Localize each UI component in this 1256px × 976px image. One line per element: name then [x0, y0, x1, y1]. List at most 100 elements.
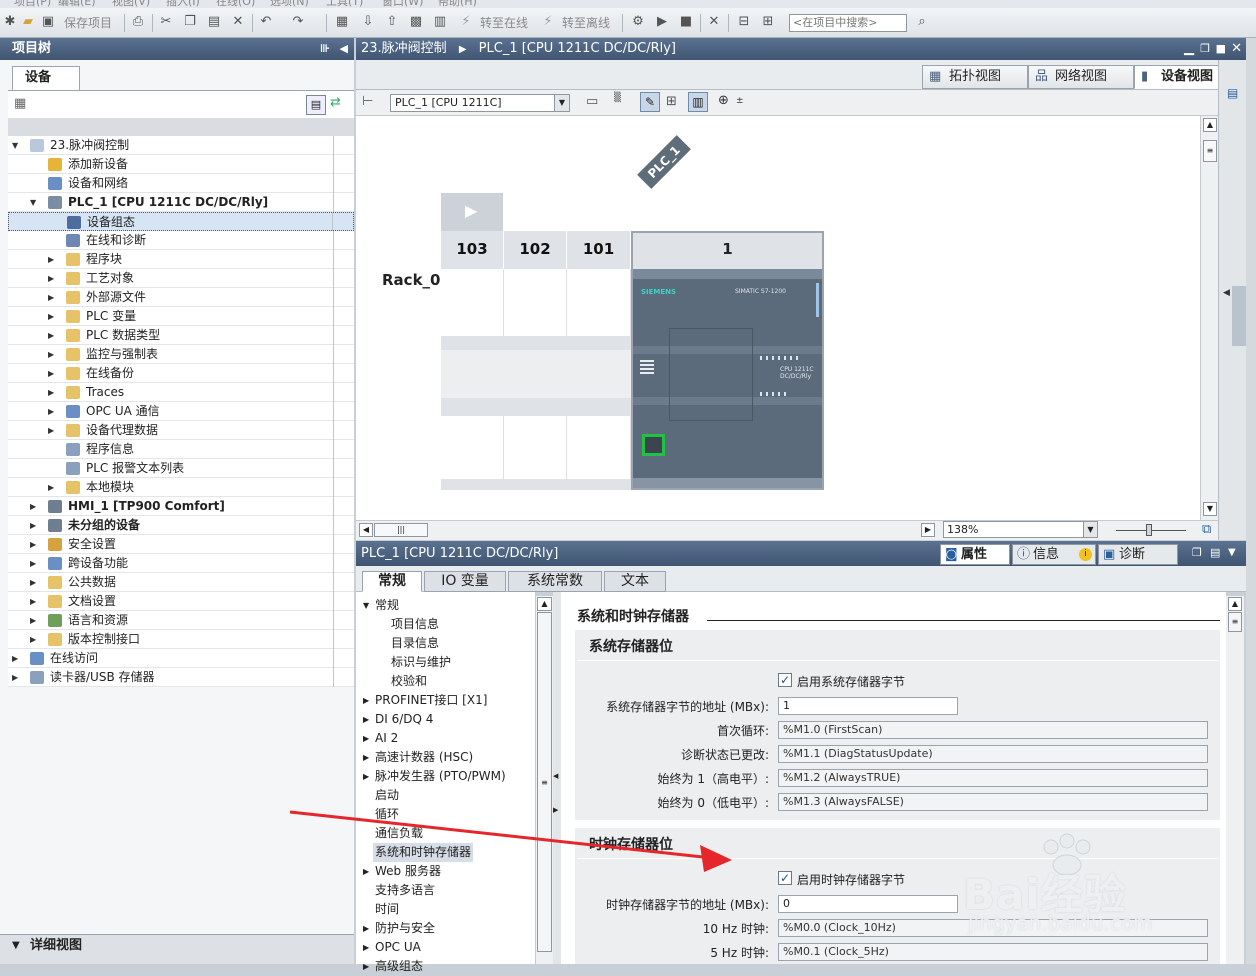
tree-item[interactable]: ▼ 23.脉冲阀控制	[8, 136, 354, 155]
chevron-down-icon[interactable]: ▼	[12, 935, 20, 957]
nav-item[interactable]: ▶ 高级组态	[363, 957, 423, 976]
go-online-icon[interactable]: ⚡	[458, 14, 474, 30]
chevron-right-icon[interactable]: ▶	[12, 668, 22, 687]
tab-properties[interactable]: ◙ 属性	[940, 544, 1010, 565]
go-offline-icon[interactable]: ⚡	[540, 14, 556, 30]
tree-item[interactable]: ▶ 版本控制接口	[8, 630, 354, 649]
refresh-tree-icon[interactable]: ⇄	[330, 95, 341, 110]
tree-item[interactable]: ▶ OPC UA 通信	[8, 402, 354, 421]
nav-item[interactable]: 标识与维护	[391, 653, 451, 672]
clock-memory-address-input[interactable]: 0	[778, 895, 958, 913]
tree-item[interactable]: ▶ 外部源文件	[8, 288, 354, 307]
simulation-icon[interactable]: ▩	[408, 14, 424, 30]
nav-item[interactable]: 项目信息	[391, 615, 439, 634]
chevron-right-icon[interactable]: ▶	[48, 478, 58, 497]
zoom-dropdown-icon[interactable]: ±	[736, 96, 744, 106]
nav-item[interactable]: 时间	[375, 900, 399, 919]
chevron-right-icon[interactable]: ▶	[48, 364, 58, 383]
expand-right-icon[interactable]: ▶	[553, 806, 558, 814]
tree-item[interactable]: ▶ HMI_1 [TP900 Comfort]	[8, 497, 354, 516]
tree-item[interactable]: ▶ PLC 变量	[8, 307, 354, 326]
chevron-right-icon[interactable]: ▶	[363, 862, 369, 881]
nav-item[interactable]: ▶ 高速计数器 (HSC)	[363, 748, 473, 767]
go-online-button[interactable]: 转至在线	[480, 12, 528, 34]
chevron-right-icon[interactable]: ▶	[30, 611, 40, 630]
expand-catalog-icon[interactable]: ◀	[1223, 288, 1230, 298]
upload-icon[interactable]: ⇧	[384, 14, 400, 30]
download-icon[interactable]: ⇩	[360, 14, 376, 30]
breadcrumb-device[interactable]: PLC_1 [CPU 1211C DC/DC/Rly]	[479, 41, 676, 56]
pin-icon[interactable]: ⊪	[320, 38, 330, 60]
split-vertical-icon[interactable]: ⊞	[760, 14, 776, 30]
tree-item[interactable]: ▶ 程序块	[8, 250, 354, 269]
device-data-tab[interactable]	[1232, 286, 1246, 346]
tree-item[interactable]: ▶ 安全设置	[8, 535, 354, 554]
undo-icon[interactable]: ↶	[258, 14, 274, 30]
tree-item[interactable]: ▶ 在线访问	[8, 649, 354, 668]
tree-item[interactable]: ▶ 跨设备功能	[8, 554, 354, 573]
collapse-left-icon[interactable]: ◀	[553, 772, 558, 780]
menu-item[interactable]: 工具(T)	[326, 0, 363, 8]
nav-item[interactable]: 启动	[375, 786, 399, 805]
detail-view-header[interactable]: ▼ 详细视图	[0, 934, 354, 964]
minimize-icon[interactable]: ▁	[1184, 38, 1194, 60]
tab-diagnostics[interactable]: ▣ 诊断	[1098, 544, 1178, 565]
canvas-vertical-scrollbar[interactable]: ▲ ≡ ▼	[1200, 116, 1218, 520]
draw-icon[interactable]: ✎	[640, 92, 660, 112]
chevron-right-icon[interactable]: ▶	[48, 345, 58, 364]
hardware-catalog-strip[interactable]: ▤ ◀	[1218, 60, 1246, 540]
menu-item[interactable]: 编辑(E)	[58, 0, 96, 8]
close-icon[interactable]: ✕	[1231, 38, 1242, 60]
tree-item[interactable]: 设备组态	[8, 212, 354, 232]
tree-item[interactable]: ▶ 本地模块	[8, 478, 354, 497]
devices-tab[interactable]: 设备	[12, 66, 80, 90]
project-search-input[interactable]: <在项目中搜索>	[789, 14, 907, 32]
chevron-down-icon[interactable]: ▼	[1228, 547, 1236, 558]
accessible-devices-icon[interactable]: ⚙	[630, 14, 646, 30]
nav-item[interactable]: ▶ DI 6/DQ 4	[363, 710, 433, 729]
chevron-down-icon[interactable]: ▼	[554, 95, 569, 111]
splitter[interactable]: ◀ ▶	[553, 592, 561, 964]
chevron-right-icon[interactable]: ▶	[363, 767, 369, 786]
scroll-left-icon[interactable]: ◀	[359, 523, 373, 537]
cut-icon[interactable]: ✂	[158, 14, 174, 30]
start-cpu-icon[interactable]: ▶	[654, 14, 670, 30]
chevron-down-icon[interactable]: ▼	[363, 596, 369, 615]
chevron-right-icon[interactable]: ▶	[363, 919, 369, 938]
tree-item[interactable]: ▶ 监控与强制表	[8, 345, 354, 364]
zoom-fit-icon[interactable]: ⧉	[1202, 522, 1211, 537]
open-project-icon[interactable]: ▰	[20, 14, 36, 30]
chevron-right-icon[interactable]: ▶	[30, 573, 40, 592]
chevron-right-icon[interactable]: ▶	[30, 554, 40, 573]
close-all-icon[interactable]: ✕	[706, 14, 722, 30]
save-icon[interactable]: ▣	[40, 14, 56, 30]
device-select[interactable]: PLC_1 [CPU 1211C]	[390, 94, 570, 112]
nav-item[interactable]: 系统和时钟存储器	[373, 843, 474, 862]
breadcrumb-project[interactable]: 23.脉冲阀控制	[361, 41, 447, 56]
scroll-thumb[interactable]: ≡	[1228, 612, 1242, 632]
nav-item[interactable]: ▶ PROFINET接口 [X1]	[363, 691, 487, 710]
new-project-icon[interactable]: ✱	[2, 14, 18, 30]
chevron-right-icon[interactable]: ▶	[48, 269, 58, 288]
profinet-port[interactable]	[642, 434, 665, 456]
go-offline-button[interactable]: 转至离线	[562, 12, 610, 34]
enable-system-memory-checkbox[interactable]: ✓	[778, 673, 792, 687]
print-icon[interactable]: ⎙	[130, 14, 146, 30]
maximize-icon[interactable]: ■	[1216, 38, 1226, 60]
tab-general[interactable]: 常规	[362, 571, 422, 592]
scroll-thumb[interactable]: ≡	[1203, 140, 1217, 162]
scroll-thumb[interactable]: |||	[374, 523, 428, 537]
tab-info[interactable]: ⓘ 信息 i	[1012, 544, 1096, 565]
redo-icon[interactable]: ↷	[290, 14, 306, 30]
tree-item[interactable]: ▶ 文档设置	[8, 592, 354, 611]
menu-item[interactable]: 窗口(W)	[382, 0, 423, 8]
chevron-down-icon[interactable]: ▼	[12, 136, 22, 155]
nav-item[interactable]: ▶ 防护与安全	[363, 919, 435, 938]
chevron-right-icon[interactable]: ▶	[363, 938, 369, 957]
chevron-right-icon[interactable]: ▶	[48, 288, 58, 307]
tree-item[interactable]: ▶ 工艺对象	[8, 269, 354, 288]
stop-cpu-icon[interactable]: ■	[678, 14, 694, 30]
chevron-right-icon[interactable]: ▶	[48, 383, 58, 402]
tab-system-constants[interactable]: 系统常数	[508, 571, 602, 592]
tree-item[interactable]: ▶ 未分组的设备	[8, 516, 354, 535]
